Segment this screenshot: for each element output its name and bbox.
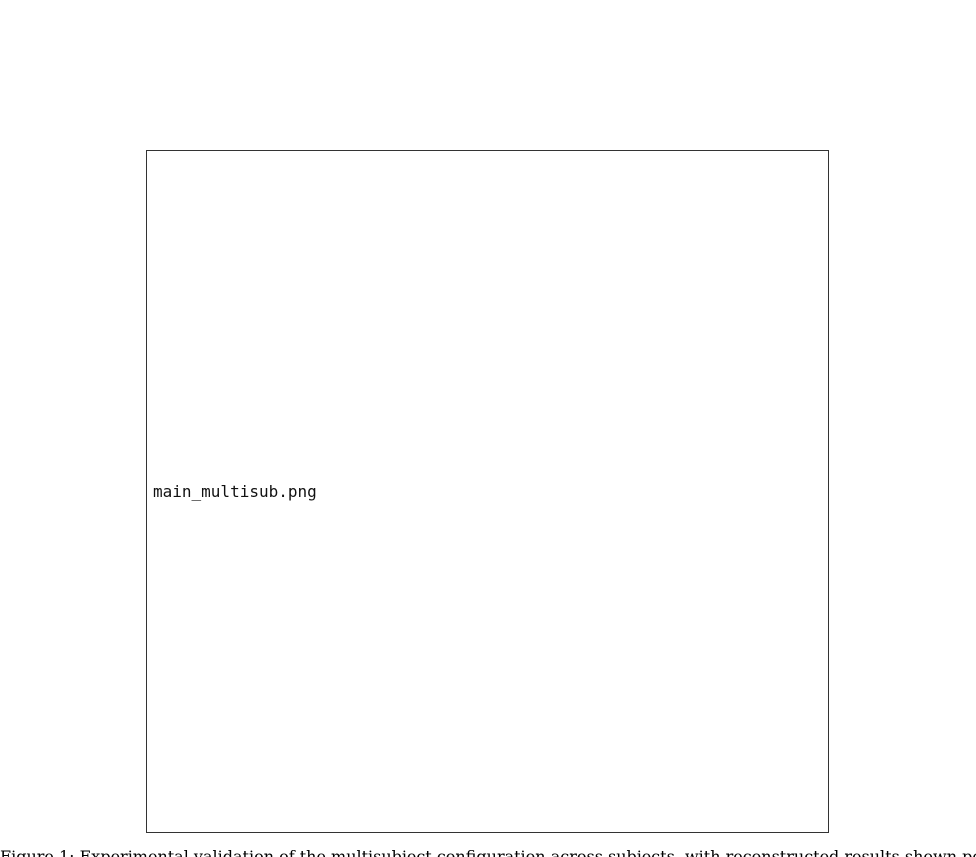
figure-image-frame: main_multisub.png bbox=[146, 150, 829, 833]
figure-caption-text: Figure 1: Experimental validation of the… bbox=[0, 847, 976, 857]
figure-placeholder-filename: main_multisub.png bbox=[153, 482, 317, 501]
figure-caption: Figure 1: Experimental validation of the… bbox=[0, 846, 976, 857]
